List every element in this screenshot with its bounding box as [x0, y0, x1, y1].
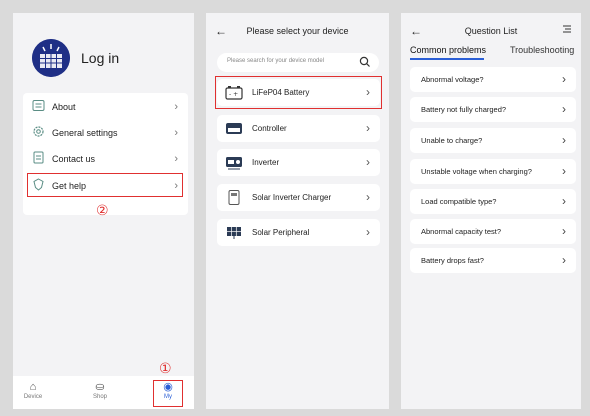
inverter-icon [226, 157, 242, 170]
question-label: Abnormal voltage? [421, 75, 484, 84]
tab-label: Shop [92, 394, 107, 400]
chevron-right-icon: › [562, 72, 566, 86]
search-placeholder: Please search for your device model [227, 58, 325, 64]
shopping-bag-icon: ⛀ [95, 381, 105, 393]
select-device-screen: ← Please select your device Please searc… [206, 13, 389, 409]
question-label: Unable to charge? [421, 136, 483, 145]
question-item[interactable]: Unstable voltage when charging? › [410, 159, 576, 184]
chevron-right-icon: › [562, 224, 566, 238]
question-list-screen: ← Question List Common problems Troubles… [401, 13, 581, 409]
tab-troubleshooting[interactable]: Troubleshooting [510, 45, 574, 55]
highlight-box [27, 173, 183, 197]
my-screen: Log in About › General settings › Contac… [13, 13, 194, 409]
page-title: Please select your device [246, 26, 349, 36]
highlight-box [215, 76, 382, 109]
annotation-2: ② [96, 202, 109, 218]
question-item[interactable]: Load compatible type? › [410, 189, 576, 214]
solar-panel-icon [227, 227, 241, 239]
chevron-right-icon: › [562, 253, 566, 267]
chevron-right-icon: › [174, 101, 178, 113]
chevron-right-icon: › [174, 153, 178, 165]
highlight-box [153, 380, 183, 407]
document-icon [33, 151, 44, 164]
active-tab-underline [410, 58, 484, 60]
tab-label: Troubleshooting [510, 45, 575, 55]
tab-shop[interactable]: ⛀ Shop [80, 380, 120, 400]
question-label: Battery not fully charged? [421, 105, 507, 114]
device-item-solar-peripheral[interactable]: Solar Peripheral › [217, 219, 380, 246]
device-label: Controller [252, 124, 287, 133]
device-item-controller[interactable]: Controller › [217, 115, 380, 142]
home-icon: ⌂ [29, 381, 37, 393]
header: ← Please select your device [206, 13, 389, 49]
chevron-right-icon: › [562, 164, 566, 178]
question-item[interactable]: Abnormal capacity test? › [410, 219, 576, 244]
question-item[interactable]: Battery drops fast? › [410, 248, 576, 273]
chevron-right-icon: › [562, 194, 566, 208]
question-label: Abnormal capacity test? [421, 227, 502, 236]
list-menu-icon[interactable] [562, 24, 572, 34]
logo-icon [32, 39, 70, 77]
device-label: Solar Peripheral [252, 228, 310, 237]
device-label: Inverter [252, 158, 280, 167]
menu-item-about[interactable]: About › [23, 94, 188, 120]
question-item[interactable]: Abnormal voltage? › [410, 67, 576, 92]
question-label: Load compatible type? [421, 197, 497, 206]
device-item-inverter-charger[interactable]: Solar Inverter Charger › [217, 184, 380, 211]
device-item-inverter[interactable]: Inverter › [217, 149, 380, 176]
menu-item-contact-us[interactable]: Contact us › [23, 146, 188, 172]
search-icon[interactable] [358, 55, 372, 69]
gear-icon [33, 126, 44, 137]
tab-common-problems[interactable]: Common problems [410, 45, 487, 60]
tab-device[interactable]: ⌂ Device [13, 380, 53, 400]
page-title: Question List [464, 26, 518, 36]
chevron-right-icon: › [174, 127, 178, 139]
chevron-right-icon: › [562, 102, 566, 116]
tab-label: Common problems [410, 45, 487, 55]
chevron-right-icon: › [562, 133, 566, 147]
login-link[interactable]: Log in [81, 50, 119, 66]
info-card-icon [32, 100, 45, 111]
chevron-right-icon: › [366, 190, 370, 204]
chevron-right-icon: › [366, 155, 370, 169]
device-label: Solar Inverter Charger [252, 193, 332, 202]
question-label: Battery drops fast? [421, 256, 484, 265]
question-tabs: Common problems Troubleshooting [410, 45, 580, 61]
menu-item-label: Contact us [52, 154, 96, 164]
menu-item-label: About [52, 102, 76, 112]
inverter-charger-icon [228, 190, 240, 205]
chevron-right-icon: › [366, 121, 370, 135]
menu-item-general-settings[interactable]: General settings › [23, 120, 188, 146]
chevron-right-icon: › [366, 225, 370, 239]
annotation-1: ① [159, 360, 172, 376]
question-label: Unstable voltage when charging? [421, 167, 532, 176]
search-input[interactable]: Please search for your device model [217, 53, 379, 72]
question-item[interactable]: Battery not fully charged? › [410, 97, 576, 122]
tab-label: Device [23, 394, 43, 400]
menu-item-label: General settings [52, 128, 118, 138]
header: ← Question List [401, 13, 581, 49]
question-item[interactable]: Unable to charge? › [410, 128, 576, 153]
controller-icon [226, 123, 242, 134]
